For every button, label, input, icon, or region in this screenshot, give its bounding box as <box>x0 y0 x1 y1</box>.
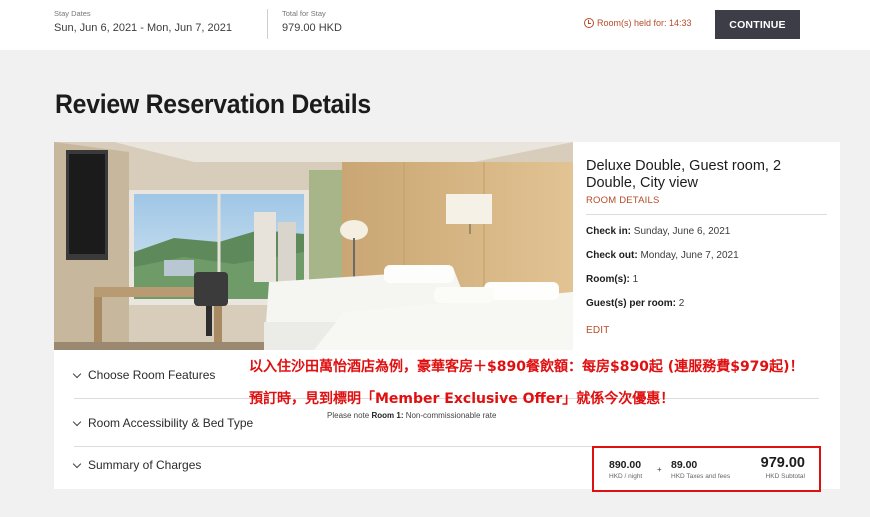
accordion-charges-label: Summary of Charges <box>88 458 202 472</box>
divider <box>586 214 827 215</box>
accordion-accessibility-label: Room Accessibility & Bed Type <box>88 416 254 430</box>
divider <box>267 9 268 39</box>
chevron-down-icon <box>72 369 82 378</box>
rooms-value: 1 <box>629 274 639 285</box>
room-details-link[interactable]: ROOM DETAILS <box>586 195 831 206</box>
checkin-row: Check in: Sunday, June 6, 2021 <box>586 226 831 237</box>
rate-note-text: Non-commissionable rate <box>403 411 497 420</box>
checkout-value: Monday, June 7, 2021 <box>637 250 739 261</box>
divider <box>74 446 592 447</box>
checkout-label: Check out: <box>586 250 638 261</box>
taxes-fees-label: HKD Taxes and fees <box>671 473 731 480</box>
room-hold-text: Room(s) held for: 14:33 <box>597 18 692 28</box>
checkout-row: Check out: Monday, June 7, 2021 <box>586 250 831 261</box>
clock-icon <box>584 18 594 28</box>
room-hold-timer: Room(s) held for: 14:33 <box>584 18 692 28</box>
nightly-rate-label: HKD / night <box>609 473 643 480</box>
promo-annotation-line1: 以入住沙田萬怡酒店為例，豪華客房＋$890餐飲額：每房$890起 (連服務費$9… <box>249 359 804 375</box>
stay-total-label: Total for Stay <box>282 9 326 18</box>
stay-dates: Stay Dates Sun, Jun 6, 2021 - Mon, Jun 7… <box>54 9 232 34</box>
plus-sign: + <box>657 465 662 474</box>
subtotal-label: HKD Subtotal <box>765 473 805 480</box>
nightly-rate: 890.00 HKD / night <box>609 459 642 480</box>
rate-note-room: Room 1: <box>371 411 404 420</box>
rate-note-prefix: Please note <box>327 411 372 420</box>
stay-total-value: 979.00 HKD <box>282 22 342 34</box>
page-title: Review Reservation Details <box>55 89 371 119</box>
checkin-label: Check in: <box>586 226 632 237</box>
taxes-fees-value: 89.00 <box>671 459 698 471</box>
checkin-value: Sunday, June 6, 2021 <box>631 226 731 237</box>
subtotal-value: 979.00 <box>760 455 805 471</box>
accordion-charges[interactable]: Summary of Charges <box>72 458 334 472</box>
continue-button[interactable]: CONTINUE <box>715 10 800 39</box>
rooms-row: Room(s): 1 <box>586 274 831 285</box>
room-photo-illustration <box>54 142 573 350</box>
nightly-rate-value: 890.00 <box>609 459 642 471</box>
stay-dates-value: Sun, Jun 6, 2021 - Mon, Jun 7, 2021 <box>54 22 232 34</box>
rate-note: Please note Room 1: Non-commissionable r… <box>327 411 496 420</box>
charges-summary: 890.00 HKD / night + 89.00 HKD Taxes and… <box>592 446 821 492</box>
room-photo <box>54 142 573 350</box>
stay-total: Total for Stay 979.00 HKD <box>282 9 342 34</box>
room-info: Deluxe Double, Guest room, 2 Double, Cit… <box>586 158 831 336</box>
room-name: Deluxe Double, Guest room, 2 Double, Cit… <box>586 158 782 191</box>
chevron-down-icon <box>72 417 82 426</box>
chevron-down-icon <box>72 459 82 468</box>
guests-value: 2 <box>676 298 685 309</box>
accordion-room-features-label: Choose Room Features <box>88 368 216 382</box>
taxes-fees: 89.00 HKD Taxes and fees <box>671 459 730 480</box>
accordion-accessibility[interactable]: Room Accessibility & Bed Type <box>72 416 334 430</box>
stay-summary-bar: Stay Dates Sun, Jun 6, 2021 - Mon, Jun 7… <box>0 0 870 50</box>
subtotal: 979.00 HKD Subtotal <box>761 455 805 480</box>
stay-dates-label: Stay Dates <box>54 9 91 18</box>
guests-row: Guest(s) per room: 2 <box>586 298 831 309</box>
reservation-card: Deluxe Double, Guest room, 2 Double, Cit… <box>54 142 840 489</box>
promo-annotation-line2: 預訂時，見到標明「Member Exclusive Offer」就係今次優惠！ <box>249 391 675 407</box>
edit-link[interactable]: EDIT <box>586 325 831 336</box>
rooms-label: Room(s): <box>586 274 630 285</box>
guests-label: Guest(s) per room: <box>586 298 677 309</box>
